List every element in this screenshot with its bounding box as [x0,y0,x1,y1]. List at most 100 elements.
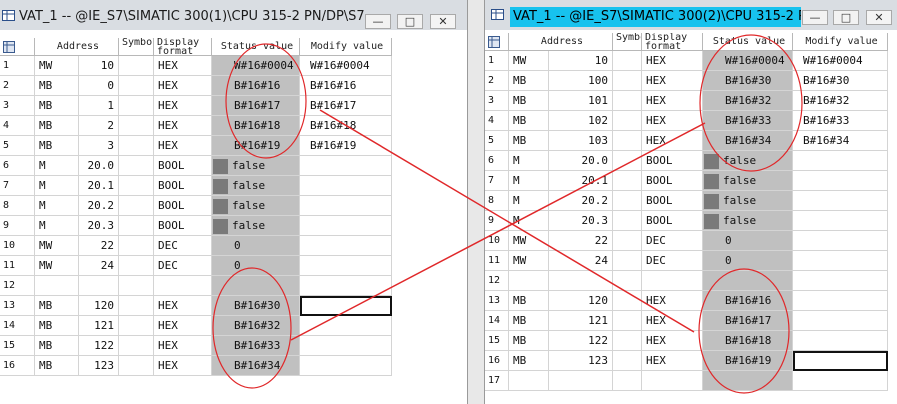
display-format-cell[interactable]: HEX [642,311,703,331]
address-offset[interactable]: 0 [79,76,119,96]
modify-value-cell[interactable]: B#16#19 [300,136,392,156]
symbol-cell[interactable] [613,111,642,131]
display-format-cell[interactable]: BOOL [154,216,212,236]
symbol-cell[interactable] [119,296,154,316]
display-format-cell[interactable]: BOOL [154,156,212,176]
address-offset[interactable] [79,276,119,296]
symbol-cell[interactable] [119,336,154,356]
symbol-cell[interactable] [119,196,154,216]
modify-value-cell[interactable] [793,371,888,391]
address-area[interactable]: MW [509,231,549,251]
symbol-cell[interactable] [613,271,642,291]
modify-value-cell[interactable]: W#16#0004 [300,56,392,76]
display-format-cell[interactable]: BOOL [154,176,212,196]
display-format-cell[interactable]: HEX [642,291,703,311]
address-offset[interactable]: 22 [549,231,613,251]
address-area[interactable]: MW [509,251,549,271]
header-status-value[interactable]: Status value [703,33,793,51]
address-area[interactable]: MB [509,131,549,151]
vat-window-right[interactable]: VAT_1 -- @IE_S7\SIMATIC 300(2)\CPU 315-2… [484,0,897,404]
address-area[interactable]: MB [35,316,79,336]
symbol-cell[interactable] [613,191,642,211]
address-offset[interactable]: 120 [79,296,119,316]
address-area[interactable]: MB [509,291,549,311]
address-area[interactable] [35,276,79,296]
address-offset[interactable]: 121 [549,311,613,331]
modify-value-cell[interactable] [793,291,888,311]
header-display-format[interactable]: Display format [154,38,212,56]
address-offset[interactable]: 3 [79,136,119,156]
modify-value-cell[interactable] [300,216,392,236]
header-symbol[interactable]: Symbol [119,38,154,56]
address-area[interactable]: M [35,156,79,176]
symbol-cell[interactable] [119,136,154,156]
address-offset[interactable]: 103 [549,131,613,151]
address-area[interactable]: M [35,196,79,216]
minimize-button[interactable]: — [802,10,828,25]
display-format-cell[interactable]: DEC [154,256,212,276]
symbol-cell[interactable] [613,291,642,311]
address-area[interactable]: MB [509,311,549,331]
display-format-cell[interactable]: HEX [154,56,212,76]
modify-value-cell[interactable]: B#16#32 [793,91,888,111]
address-offset[interactable]: 22 [79,236,119,256]
address-offset[interactable]: 122 [549,331,613,351]
address-offset[interactable]: 10 [79,56,119,76]
header-address[interactable]: Address [35,38,119,56]
display-format-cell[interactable]: DEC [642,251,703,271]
address-offset[interactable]: 1 [79,96,119,116]
address-area[interactable]: MB [35,296,79,316]
modify-value-cell[interactable] [793,171,888,191]
header-address[interactable]: Address [509,33,613,51]
modify-value-cell[interactable] [300,236,392,256]
modify-value-cell[interactable]: B#16#16 [300,76,392,96]
symbol-cell[interactable] [119,156,154,176]
display-format-cell[interactable]: HEX [642,351,703,371]
display-format-cell[interactable]: HEX [154,356,212,376]
symbol-cell[interactable] [613,51,642,71]
address-area[interactable]: MW [35,236,79,256]
modify-value-cell[interactable] [793,151,888,171]
address-offset[interactable]: 20.2 [79,196,119,216]
display-format-cell[interactable]: HEX [154,316,212,336]
display-format-cell[interactable]: BOOL [642,171,703,191]
display-format-cell[interactable]: DEC [642,231,703,251]
address-offset[interactable]: 20.1 [79,176,119,196]
address-area[interactable]: M [35,216,79,236]
display-format-cell[interactable] [642,271,703,291]
address-offset[interactable]: 101 [549,91,613,111]
symbol-cell[interactable] [613,211,642,231]
display-format-cell[interactable]: HEX [642,51,703,71]
modify-value-cell[interactable] [793,351,888,371]
display-format-cell[interactable]: BOOL [154,196,212,216]
display-format-cell[interactable]: HEX [154,96,212,116]
display-format-cell[interactable] [642,371,703,391]
display-format-cell[interactable]: HEX [642,71,703,91]
modify-value-cell[interactable] [300,276,392,296]
address-area[interactable]: MB [35,96,79,116]
symbol-cell[interactable] [613,171,642,191]
symbol-cell[interactable] [613,351,642,371]
address-area[interactable]: M [509,211,549,231]
address-offset[interactable]: 20.3 [79,216,119,236]
display-format-cell[interactable]: HEX [154,136,212,156]
address-offset[interactable]: 20.0 [549,151,613,171]
modify-value-cell[interactable] [300,256,392,276]
symbol-cell[interactable] [613,71,642,91]
vat-window-left[interactable]: VAT_1 -- @IE_S7\SIMATIC 300(1)\CPU 315-2… [0,0,468,404]
symbol-cell[interactable] [119,256,154,276]
symbol-cell[interactable] [119,356,154,376]
address-area[interactable]: MB [509,351,549,371]
address-area[interactable] [509,271,549,291]
address-offset[interactable] [549,271,613,291]
address-offset[interactable]: 102 [549,111,613,131]
modify-value-cell[interactable] [793,311,888,331]
address-area[interactable]: MW [35,56,79,76]
title-bar[interactable]: VAT_1 -- @IE_S7\SIMATIC 300(2)\CPU 315-2… [485,0,897,30]
address-offset[interactable]: 2 [79,116,119,136]
modify-value-cell[interactable] [793,231,888,251]
symbol-cell[interactable] [119,56,154,76]
address-area[interactable]: MB [35,136,79,156]
display-format-cell[interactable]: BOOL [642,211,703,231]
display-format-cell[interactable]: BOOL [642,191,703,211]
